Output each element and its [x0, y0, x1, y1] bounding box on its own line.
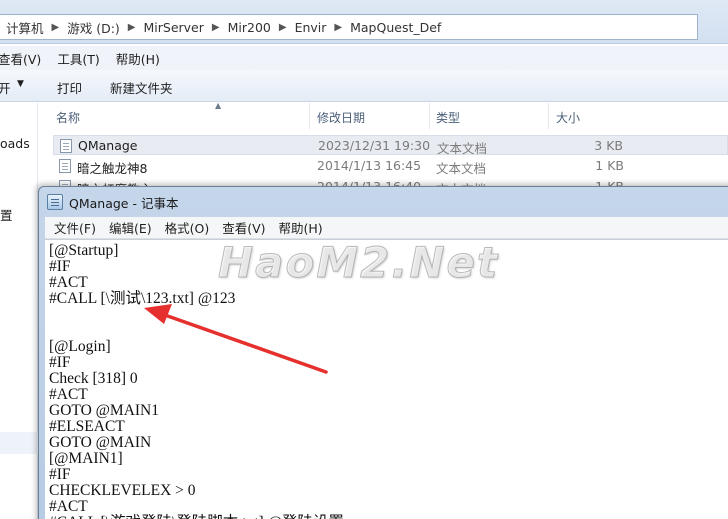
menu-edit[interactable]: 编辑(E)	[109, 218, 152, 237]
column-type[interactable]: 类型	[436, 109, 460, 126]
breadcrumb-separator-icon[interactable]: ▶	[125, 22, 139, 33]
menu-view[interactable]: 查看(V)	[222, 218, 265, 237]
breadcrumb-envir[interactable]: Envir	[290, 20, 332, 35]
window-title: QManage - 记事本	[69, 195, 179, 211]
column-header: 名称 ▲ 修改日期 类型 大小	[38, 101, 728, 129]
nav-item-highlight[interactable]	[0, 432, 38, 454]
text-line[interactable]: [@MAIN1]	[45, 451, 344, 467]
new-folder-button[interactable]: 新建文件夹	[110, 78, 173, 97]
notepad-titlebar[interactable]: QManage - 记事本	[47, 191, 178, 213]
breadcrumb-mirserver[interactable]: MirServer	[139, 20, 209, 35]
column-divider[interactable]	[429, 103, 430, 129]
navigation-pane	[0, 103, 38, 519]
address-bar-area: 计算机 ▶ 游戏 (D:) ▶ MirServer ▶ Mir200 ▶ Env…	[0, 0, 728, 44]
file-row[interactable]: 暗之触龙神8 2014/1/13 16:45 文本文档 1 KB	[53, 156, 728, 176]
menu-file[interactable]: 文件(F)	[54, 218, 96, 237]
nav-item-settings[interactable]: 置	[0, 205, 13, 224]
breadcrumb-drive[interactable]: 游戏 (D:)	[62, 18, 125, 37]
column-divider[interactable]	[309, 103, 310, 129]
text-line[interactable]: #ELSEACT	[45, 419, 344, 435]
text-line[interactable]: #CALL [\测试\123.txt] @123	[45, 291, 344, 307]
nav-item-downloads[interactable]: oads	[0, 136, 30, 151]
text-line[interactable]	[45, 323, 344, 339]
breadcrumb-separator-icon[interactable]: ▶	[209, 22, 223, 33]
text-file-icon	[60, 139, 72, 153]
column-date[interactable]: 修改日期	[317, 109, 365, 126]
file-type: 文本文档	[436, 161, 487, 176]
breadcrumb-mapquest-def[interactable]: MapQuest_Def	[345, 20, 446, 35]
chevron-down-icon[interactable]: ▼	[17, 79, 24, 89]
breadcrumb-computer[interactable]: 计算机	[1, 18, 49, 37]
menu-tools[interactable]: 工具(T)	[57, 49, 107, 68]
notepad-window: QManage - 记事本 文件(F) 编辑(E) 格式(O) 查看(V) 帮助…	[38, 186, 728, 519]
file-size: 1 KB	[595, 158, 624, 173]
menu-format[interactable]: 格式(O)	[165, 218, 210, 237]
text-line[interactable]: CHECKLEVELEX > 0	[45, 483, 344, 499]
menu-view[interactable]: 查看(V)	[0, 49, 49, 68]
column-name[interactable]: 名称	[56, 109, 80, 126]
notepad-app-icon[interactable]	[47, 194, 63, 210]
explorer-toolbar: 开 ▼ 打印 新建文件夹	[0, 70, 728, 102]
column-size[interactable]: 大小	[556, 109, 580, 126]
address-bar[interactable]: 计算机 ▶ 游戏 (D:) ▶ MirServer ▶ Mir200 ▶ Env…	[0, 14, 698, 40]
text-line[interactable]: #IF	[45, 355, 344, 371]
breadcrumb-separator-icon[interactable]: ▶	[276, 22, 290, 33]
notepad-menubar: 文件(F) 编辑(E) 格式(O) 查看(V) 帮助(H)	[45, 217, 728, 239]
column-divider[interactable]	[548, 103, 549, 129]
text-line[interactable]: #ACT	[45, 499, 344, 515]
file-row[interactable]: QManage 2023/12/31 19:30 文本文档 3 KB	[53, 135, 728, 156]
watermark: HaoM2.Net	[217, 238, 500, 288]
text-line[interactable]: GOTO @MAIN1	[45, 403, 344, 419]
print-button[interactable]: 打印	[57, 78, 82, 97]
menu-help[interactable]: 帮助(H)	[279, 218, 323, 237]
text-line[interactable]: Check [318] 0	[45, 371, 344, 387]
sort-ascending-icon: ▲	[215, 101, 222, 110]
file-type: 文本文档	[437, 141, 488, 156]
menu-help[interactable]: 帮助(H)	[116, 49, 168, 68]
text-line[interactable]: #CALL [\游戏登陆\登陆脚本.txt] @登陆设置	[45, 515, 344, 519]
text-file-icon	[59, 159, 71, 173]
explorer-menubar: 查看(V) 工具(T) 帮助(H)	[0, 46, 728, 70]
breadcrumb-mir200[interactable]: Mir200	[223, 20, 276, 35]
text-line[interactable]: #ACT	[45, 387, 344, 403]
file-date: 2023/12/31 19:30	[318, 138, 431, 153]
text-line[interactable]: GOTO @MAIN	[45, 435, 344, 451]
text-line[interactable]	[45, 307, 344, 323]
text-line[interactable]: [@Login]	[45, 339, 344, 355]
file-name: QManage	[78, 138, 138, 153]
file-name: 暗之触龙神8	[77, 161, 148, 176]
file-size: 3 KB	[594, 138, 623, 153]
breadcrumb-separator-icon[interactable]: ▶	[49, 22, 63, 33]
file-date: 2014/1/13 16:45	[317, 158, 422, 173]
text-line[interactable]: #IF	[45, 467, 344, 483]
open-button[interactable]: 开	[0, 78, 11, 97]
breadcrumb-separator-icon[interactable]: ▶	[331, 22, 345, 33]
